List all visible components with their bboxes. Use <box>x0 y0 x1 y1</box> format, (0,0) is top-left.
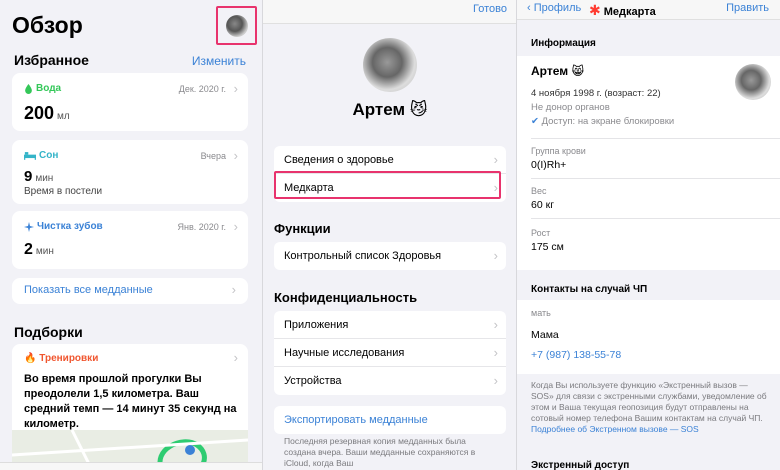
row-health-checklist[interactable]: Контрольный список Здоровья › <box>274 242 506 270</box>
page-title: Обзор <box>12 12 83 38</box>
contact-relation: мать <box>531 308 551 318</box>
organ-donor-status: Не донор органов <box>531 102 610 113</box>
sleep-value: 9 мин <box>24 168 54 185</box>
lock-screen-access: ✔ Доступ: на экране блокировки <box>531 116 675 127</box>
water-drop-icon <box>25 83 32 94</box>
row-devices[interactable]: Устройства › <box>274 367 506 395</box>
export-health-data-button[interactable]: Экспортировать медданные <box>274 406 506 434</box>
row-health-details[interactable]: Сведения о здоровье › <box>274 146 506 174</box>
sleep-subtitle: Время в постели <box>24 186 103 197</box>
divider <box>531 218 780 219</box>
chevron-right-icon: › <box>493 152 498 167</box>
chevron-right-icon: › <box>493 248 498 263</box>
chevron-right-icon: › <box>233 81 238 96</box>
chevron-right-icon: › <box>493 373 498 388</box>
info-block: Артем 😸 4 ноября 1998 г. (возраст: 22) Н… <box>517 56 780 270</box>
show-all-label: Показать все медданные <box>24 284 153 296</box>
sleep-date: Вчера <box>200 151 226 161</box>
avatar-highlight-box <box>216 6 257 45</box>
contact-name: Мама <box>531 329 559 341</box>
backup-footnote: Последняя резервная копия медданных была… <box>284 436 476 468</box>
emergency-heading-band: Контакты на случай ЧП <box>517 276 780 300</box>
sos-learn-more-link[interactable]: Подробнее об Экстренном вызове — SOS <box>531 424 699 434</box>
emergency-access-heading: Экстренный доступ <box>531 460 630 470</box>
emergency-contact-block: мать Мама +7 (987) 138-55-78 <box>517 300 780 374</box>
chevron-right-icon: › <box>233 148 238 163</box>
chevron-right-icon: › <box>493 345 498 360</box>
favorite-card-water[interactable]: Вода Дек. 2020 г. › 200 мл <box>12 73 248 131</box>
row-research-studies[interactable]: Научные исследования › <box>274 339 506 367</box>
profile-avatar <box>363 38 417 92</box>
medical-id-highlight-box <box>274 171 501 199</box>
highlight-text: Во время прошлой прогулки Вы преодолели … <box>24 373 237 430</box>
highlights-heading: Подборки <box>14 324 83 340</box>
functions-heading: Функции <box>274 221 331 236</box>
sleep-category: Сон <box>24 150 58 161</box>
chevron-right-icon: › <box>233 350 238 365</box>
toothbrushing-category: Чистка зубов <box>24 221 103 232</box>
water-date: Дек. 2020 г. <box>178 84 226 94</box>
edit-favorites-link[interactable]: Изменить <box>192 54 246 68</box>
divider <box>531 138 780 139</box>
divider <box>531 178 780 179</box>
done-button[interactable]: Готово <box>473 3 507 15</box>
flame-icon: 🔥 <box>24 353 37 364</box>
medical-id-avatar <box>735 64 771 100</box>
blood-type-field: Группа крови 0(I)Rh+ <box>531 146 586 171</box>
profile-panel: Готово Артем 😼 Сведения о здоровье › Медк… <box>262 0 516 470</box>
chevron-right-icon: › <box>233 219 238 234</box>
edit-medical-id-button[interactable]: Править <box>726 2 769 14</box>
tab-bar <box>0 462 262 470</box>
water-category: Вода <box>24 83 61 94</box>
favorites-heading: Избранное <box>14 52 89 68</box>
row-apps[interactable]: Приложения › <box>274 311 506 339</box>
medical-id-navbar: ‹ Профиль ✱ Медкарта Править <box>517 0 780 20</box>
chevron-right-icon: › <box>231 282 236 297</box>
sos-note: Когда Вы используете функцию «Экстренный… <box>531 380 767 434</box>
medical-star-icon: ✱ <box>589 2 601 18</box>
show-all-health-data-button[interactable]: Показать все медданные › <box>12 278 248 304</box>
medical-id-panel: ‹ Профиль ✱ Медкарта Править Информация А… <box>516 0 780 470</box>
height-field: Рост 175 см <box>531 228 564 253</box>
water-value: 200 мл <box>24 103 70 123</box>
functions-group: Контрольный список Здоровья › <box>274 242 506 270</box>
weight-field: Вес 60 кг <box>531 186 555 211</box>
info-heading: Информация <box>531 38 596 49</box>
workouts-category: 🔥 Тренировки <box>24 353 99 364</box>
contact-phone[interactable]: +7 (987) 138-55-78 <box>531 346 771 361</box>
profile-name: Артем 😼 <box>352 100 428 119</box>
favorite-card-toothbrushing[interactable]: Чистка зубов Янв. 2020 г. › 2 мин <box>12 211 248 269</box>
privacy-group: Приложения › Научные исследования › Устрой… <box>274 311 506 395</box>
toothbrushing-value: 2 мин <box>24 241 54 258</box>
birth-date: 4 ноября 1998 г. (возраст: 22) <box>531 88 661 99</box>
privacy-heading: Конфиденциальность <box>274 290 418 305</box>
export-group: Экспортировать медданные <box>274 406 506 434</box>
sparkle-icon <box>24 221 34 232</box>
bed-icon <box>24 152 36 160</box>
medical-id-name: Артем 😸 <box>531 64 584 78</box>
highlight-card-workouts[interactable]: 🔥 Тренировки › Во время прошлой прогулки… <box>12 344 248 470</box>
toothbrushing-date: Янв. 2020 г. <box>177 222 226 232</box>
back-button[interactable]: ‹ Профиль <box>527 2 581 14</box>
profile-navbar: Готово <box>263 0 516 24</box>
summary-panel: Обзор Избранное Изменить Вода Дек. 2020 … <box>0 0 262 470</box>
checkmark-badge-icon: ✔ <box>531 116 539 127</box>
medical-id-title: ✱ Медкарта <box>589 2 656 18</box>
favorite-card-sleep[interactable]: Сон Вчера › 9 мин Время в постели <box>12 140 248 204</box>
emergency-contacts-heading: Контакты на случай ЧП <box>531 284 648 295</box>
chevron-right-icon: › <box>493 317 498 332</box>
